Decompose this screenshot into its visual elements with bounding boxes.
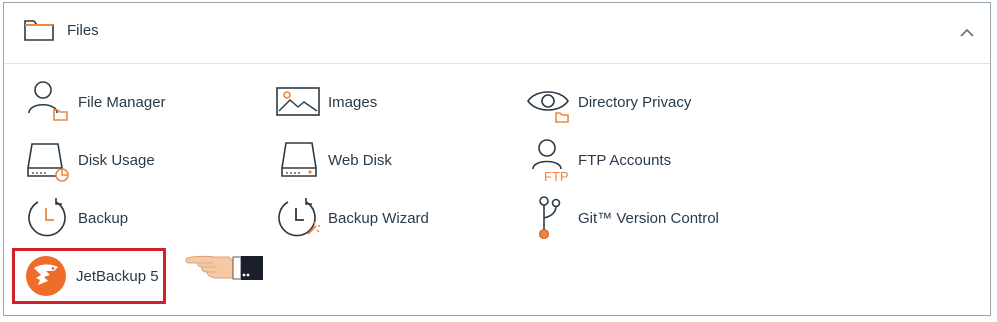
app-backup[interactable]: Backup (26, 196, 128, 240)
app-backup-wizard[interactable]: Backup Wizard (276, 196, 429, 240)
app-label: File Manager (78, 93, 166, 111)
jetbackup-highlight-box (12, 248, 166, 304)
ftp-icon-text: FTP (544, 169, 569, 182)
app-images[interactable]: Images (276, 80, 377, 124)
pointing-hand-icon (185, 248, 265, 289)
app-web-disk[interactable]: Web Disk (276, 138, 392, 182)
ftp-accounts-icon: FTP (526, 138, 572, 182)
images-icon (276, 80, 322, 124)
app-directory-privacy[interactable]: Directory Privacy (526, 80, 691, 124)
disk-usage-icon (26, 138, 72, 182)
app-label: Images (328, 93, 378, 111)
app-file-manager[interactable]: File Manager (26, 80, 166, 124)
app-ftp-accounts[interactable]: FTP FTP Accounts (526, 138, 671, 182)
app-label: Backup Wizard (328, 209, 429, 227)
web-disk-icon (276, 138, 322, 182)
folder-icon (24, 19, 54, 46)
app-label: Directory Privacy (578, 93, 692, 111)
app-git-version-control[interactable]: Git™ Version Control (526, 196, 719, 240)
directory-privacy-icon (526, 80, 572, 124)
file-manager-icon (26, 80, 72, 124)
app-label: Backup (78, 209, 129, 227)
app-label: FTP Accounts (578, 151, 672, 169)
app-label: Disk Usage (78, 151, 155, 169)
section-title: Files (67, 22, 99, 39)
chevron-up-icon[interactable] (960, 25, 974, 43)
app-label: Web Disk (328, 151, 392, 169)
backup-icon (26, 196, 72, 240)
files-section-header[interactable]: Files (4, 3, 990, 64)
app-label: Git™ Version Control (578, 209, 719, 227)
app-disk-usage[interactable]: Disk Usage (26, 138, 155, 182)
backup-wizard-icon (276, 196, 322, 240)
git-icon (526, 196, 572, 240)
